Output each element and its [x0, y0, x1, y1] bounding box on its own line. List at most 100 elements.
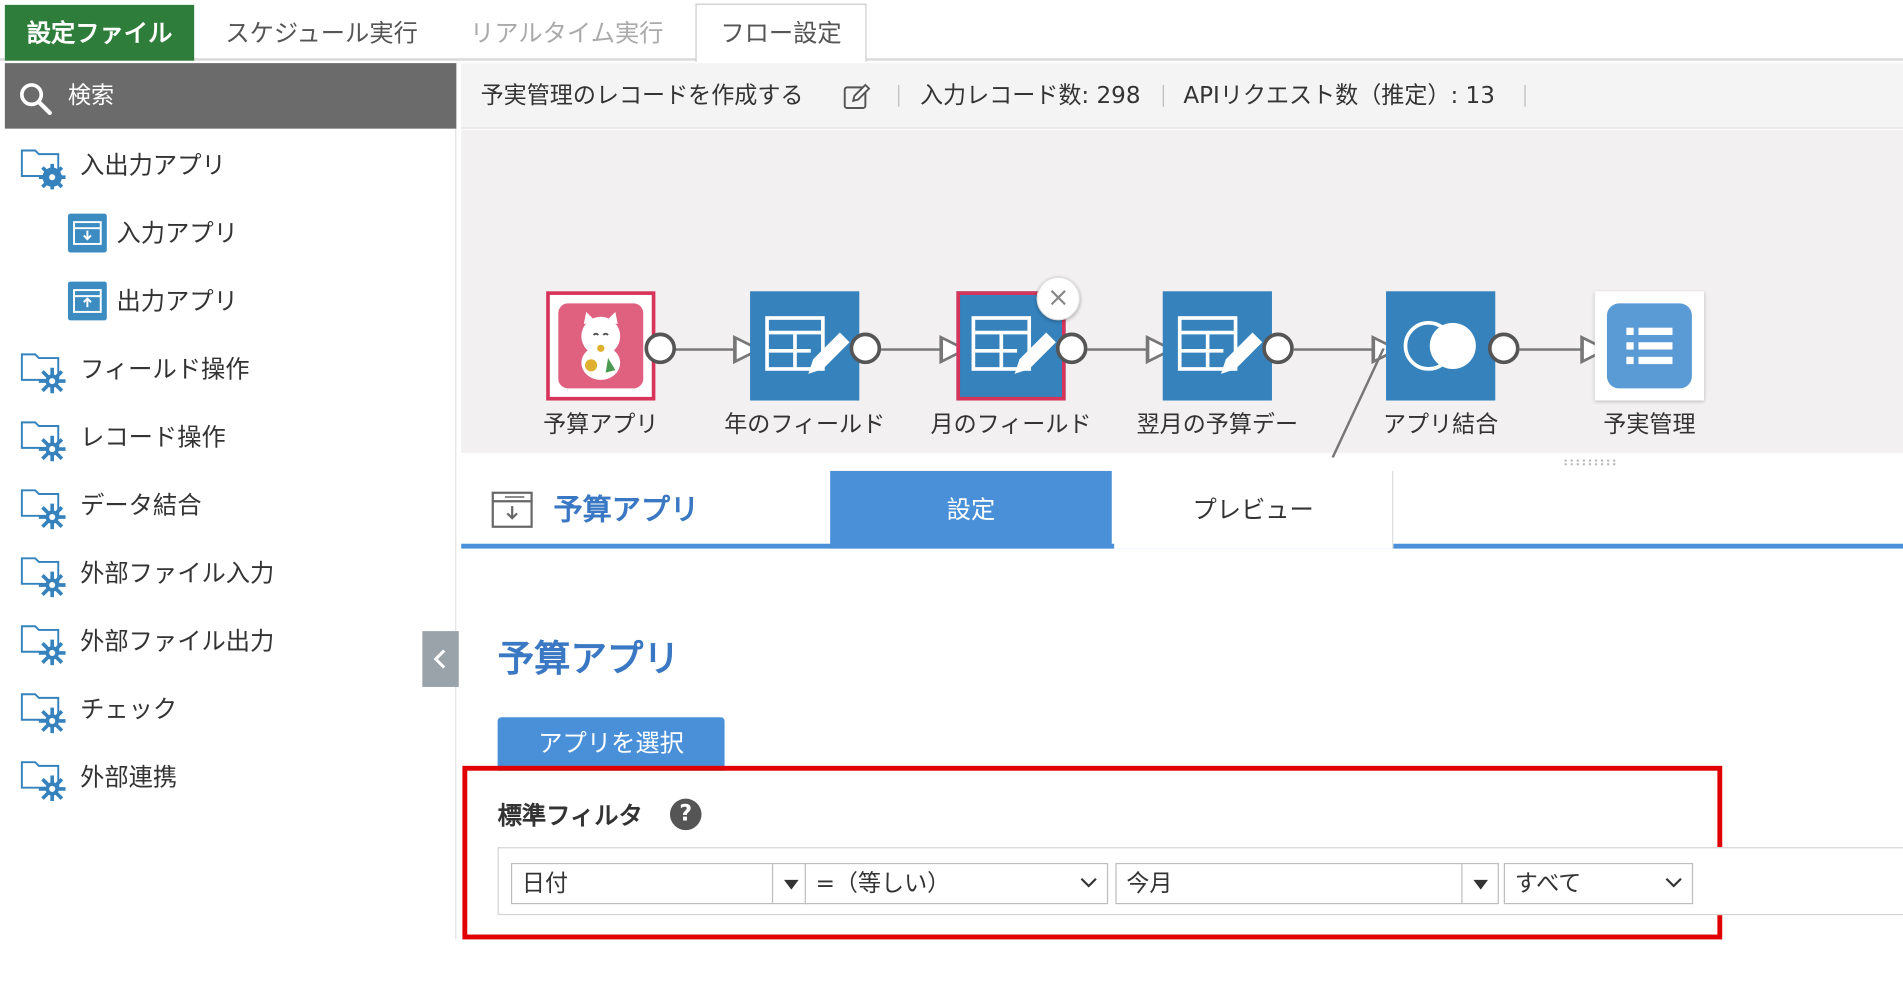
filter-operator-select[interactable]: =（等しい） [804, 862, 1109, 905]
folder-gear-icon [20, 489, 66, 530]
flow-node-budget-actual[interactable] [1594, 291, 1705, 401]
header-divider [1162, 84, 1164, 107]
connector [674, 348, 736, 351]
top-tab-bar: 設定ファイル スケジュール実行 リアルタイム実行 フロー設定 [0, 0, 1903, 62]
tab-realtime[interactable]: リアルタイム実行 [451, 5, 682, 61]
output-port[interactable] [1487, 332, 1520, 365]
chevron-down-icon [1080, 877, 1097, 888]
search-box[interactable]: 検索 [4, 63, 457, 129]
edit-icon[interactable] [842, 83, 871, 112]
folder-gear-icon [20, 149, 66, 190]
flow-name: 予実管理のレコードを作成する [480, 82, 804, 110]
dropdown-arrow-icon [771, 864, 808, 903]
flow-node-budget-app[interactable] [546, 291, 656, 401]
sidebar-item-field-ops[interactable]: フィールド操作 [5, 345, 454, 394]
sidebar-item-label: レコード操作 [80, 422, 226, 452]
chevron-down-icon [1665, 877, 1682, 888]
connector [1519, 348, 1583, 351]
connector [881, 348, 942, 351]
sidebar-item-ext-file-input[interactable]: 外部ファイル入力 [5, 549, 454, 598]
help-icon[interactable]: ? [669, 798, 702, 831]
flow-node-label: 月のフィールド [930, 411, 1092, 439]
filter-field-select[interactable]: 日付 [510, 862, 810, 905]
sidebar-item-label: 外部ファイル出力 [80, 626, 275, 656]
flow-node-label: 翌月の予算デー [1136, 411, 1299, 439]
dropdown-arrow-icon [1461, 864, 1497, 903]
list-app-icon [1606, 303, 1692, 389]
flow-node-label: 年のフィールド [724, 411, 886, 439]
filter-scope-value: すべて [1514, 870, 1582, 897]
flow-node-next-month-budget[interactable] [1162, 291, 1272, 401]
output-port[interactable] [1055, 332, 1088, 365]
sidebar-item-label: 出力アプリ [116, 286, 238, 316]
select-app-button[interactable]: アプリを選択 [497, 717, 725, 771]
flow-node-app-join[interactable] [1386, 291, 1496, 401]
folder-gear-icon [20, 761, 66, 802]
field-edit-icon [1177, 316, 1263, 374]
filter-scope-select[interactable]: すべて [1503, 862, 1694, 905]
lucky-cat-icon [558, 303, 644, 389]
filter-value: 今月 [1126, 870, 1173, 897]
folder-gear-icon [20, 353, 66, 394]
sidebar-item-io-apps[interactable]: 入出力アプリ [5, 141, 454, 190]
header-divider [1524, 84, 1526, 107]
flow-node-year-field[interactable] [750, 291, 860, 401]
panel-title: 予算アプリ [553, 492, 700, 527]
panel-tab-bar: 予算アプリ 設定 プレビュー [461, 470, 1903, 549]
sidebar-item-label: 外部連携 [80, 762, 178, 792]
filter-value-select[interactable]: 今月 [1115, 862, 1499, 905]
input-app-icon [491, 491, 533, 528]
sidebar-item-label: 入出力アプリ [80, 150, 226, 180]
filter-operator-value: =（等しい） [815, 870, 951, 897]
connector [1087, 348, 1149, 351]
api-request-count: APIリクエスト数（推定）: 13 [1183, 82, 1495, 110]
collapse-sidebar-button[interactable] [422, 631, 459, 687]
join-circles-icon [1403, 321, 1476, 371]
chevron-left-icon [433, 649, 446, 669]
sidebar-item-label: チェック [80, 694, 178, 724]
resize-handle[interactable] [1563, 459, 1621, 466]
sidebar-item-label: フィールド操作 [80, 354, 250, 384]
sidebar-item-record-ops[interactable]: レコード操作 [5, 413, 454, 462]
flow-node-label: 予算アプリ [543, 411, 659, 439]
tab-settings-file[interactable]: 設定ファイル [4, 4, 195, 61]
sidebar-item-label: データ結合 [80, 490, 202, 520]
filter-title: 標準フィルタ [497, 801, 643, 831]
sidebar-item-input-app[interactable]: 入力アプリ [5, 209, 454, 258]
output-app-icon [67, 281, 107, 321]
output-port[interactable] [849, 332, 882, 365]
tab-schedule[interactable]: スケジュール実行 [206, 5, 437, 61]
tab-settings[interactable]: 設定 [830, 470, 1112, 549]
field-edit-icon [765, 316, 850, 374]
filter-field-value: 日付 [521, 870, 569, 897]
sidebar-item-data-join[interactable]: データ結合 [5, 481, 454, 530]
flow-canvas[interactable]: 予算アプリ 年のフィールド × 月のフィールド 翌月の予算デー アプリ結合 予実… [461, 129, 1903, 458]
section-title: 予算アプリ [497, 638, 680, 681]
output-port[interactable] [644, 332, 677, 365]
flow-header: 予実管理のレコードを作成する 入力レコード数: 298 APIリクエスト数（推定… [461, 63, 1903, 129]
input-app-icon [67, 213, 107, 253]
output-port[interactable] [1262, 332, 1294, 365]
filter-row: 日付 =（等しい） 今月 すべて [497, 847, 1903, 916]
search-label: 検索 [67, 82, 115, 110]
sidebar-item-label: 入力アプリ [116, 218, 238, 248]
connector-diagonal [1331, 348, 1385, 458]
sidebar-item-label: 外部ファイル入力 [80, 558, 275, 588]
sidebar: 検索 入出力アプリ 入力アプリ 出力アプリ フィールド操作 レコード操作 データ… [4, 63, 457, 940]
sidebar-item-external-link[interactable]: 外部連携 [5, 752, 454, 802]
folder-gear-icon [20, 625, 66, 666]
remove-node-button[interactable]: × [1036, 276, 1081, 321]
flow-node-label: アプリ結合 [1382, 411, 1499, 439]
tab-flow-settings[interactable]: フロー設定 [695, 3, 867, 62]
flow-node-label: 予実管理 [1603, 411, 1696, 439]
header-divider [898, 84, 900, 107]
folder-gear-icon [20, 557, 66, 598]
input-record-count: 入力レコード数: 298 [919, 82, 1141, 110]
sidebar-item-output-app[interactable]: 出力アプリ [5, 277, 454, 326]
sidebar-item-check[interactable]: チェック [5, 685, 454, 734]
search-icon [20, 83, 52, 115]
folder-gear-icon [20, 693, 66, 734]
sidebar-item-ext-file-output[interactable]: 外部ファイル出力 [5, 617, 454, 666]
tab-preview[interactable]: プレビュー [1114, 470, 1394, 549]
folder-gear-icon [20, 421, 66, 462]
